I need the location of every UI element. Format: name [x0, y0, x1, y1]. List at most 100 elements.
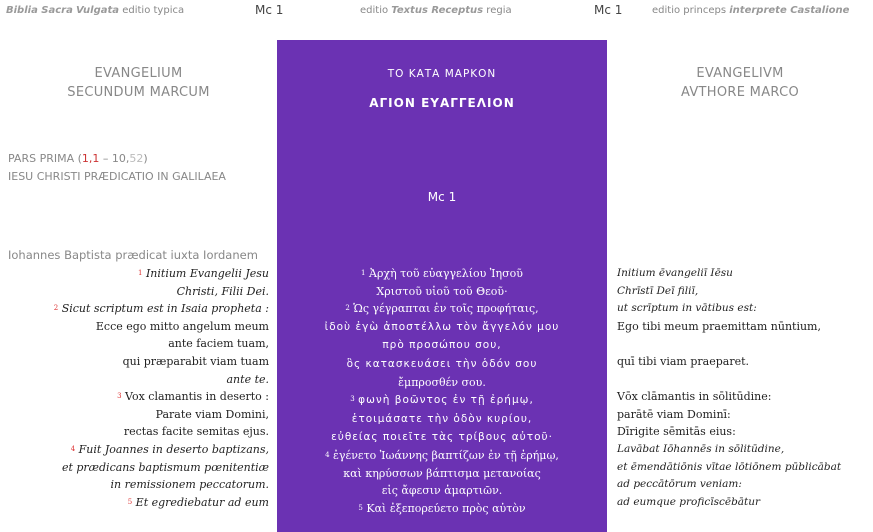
verse-text: et prædicans baptismum pœnitentiæ [61, 460, 269, 474]
verse-number[interactable]: 2 [54, 304, 58, 312]
pars-label: PARS PRIMA ( [8, 152, 82, 165]
edition-right[interactable]: editio princeps interprete Castalione [652, 5, 849, 16]
pars-end-ref[interactable]: 10, [112, 152, 130, 165]
greek-line: εὐθείας ποιεῖτε τὰς τρίβους αὐτοῦ· [277, 428, 607, 447]
vulgate-line: 2 Sicut scriptum est in Isaia propheta : [54, 300, 269, 318]
verse-text: rectas facite semitas ejus. [123, 425, 269, 439]
castellio-verses: Initium ēvangeliī Iēsu Chrīstī Deī filiī,… [617, 265, 841, 511]
castellio-line: et ēmendātiōnis vītae lōtiōnem pūblicāba… [617, 460, 842, 473]
section-title: PARS PRIMA (1,1 – 10,52) IESU CHRISTI PR… [8, 150, 226, 186]
chapter-ref-right[interactable]: Mc 1 [594, 3, 622, 17]
edition-middle-sub: regia [486, 5, 512, 16]
verse-text: Sicut scriptum est in Isaia propheta : [61, 302, 269, 316]
vulgate-line: 1 Initium Evangelii Jesu [54, 265, 269, 283]
greek-line: 5 Καὶ ἐξεπορεύετο πρὸς αὐτὸν [277, 500, 607, 518]
verse-text: Ὡς γέγραπται ἐν τοῖς προφήταις, [353, 302, 539, 316]
verse-text: ἑτοιμάσατε τὴν ὁδὸν κυρίου, [351, 412, 533, 425]
greek-line: εἰς ἄφεσιν ἁμαρτιῶν. [277, 482, 607, 500]
vulgate-column: EVANGELIUM SECUNDUM MARCUM PARS PRIMA (1… [0, 20, 277, 532]
verse-number[interactable]: 4 [71, 445, 75, 453]
vulgate-line: ante faciem tuam, [54, 335, 269, 353]
verse-text: Fuit Joannes in deserto baptizans, [78, 442, 269, 456]
greek-line: Χριστοῦ υἱοῦ τοῦ Θεοῦ· [277, 283, 607, 301]
edition-middle[interactable]: editio Textus Receptus regia [360, 5, 512, 16]
verse-text: πρὸ προσώπου σου, [382, 339, 502, 352]
edition-left-sub: editio typica [122, 5, 185, 16]
castellio-line: Lavābat Iōhannēs in sōlitūdine, [617, 442, 785, 455]
verse-number[interactable]: 5 [128, 498, 132, 506]
castellio-line: Chrīstī Deī filiī, [617, 284, 699, 297]
top-bar: Biblia Sacra Vulgata editio typica Mc 1 … [0, 0, 873, 20]
pars-close: ) [143, 152, 148, 165]
vulgate-heading: EVANGELIUM SECUNDUM MARCUM [0, 64, 277, 102]
greek-chapter-ref: Mc 1 [427, 190, 457, 204]
verse-text: qui præparabit viam tuam [122, 354, 269, 368]
verse-text: ἔμπροσθέν σου. [398, 375, 486, 389]
castellio-heading: EVANGELIVM AVTHORE MARCO [607, 64, 873, 102]
pars-start-ref[interactable]: 1,1 [82, 152, 100, 165]
castellio-heading-line1: EVANGELIVM [696, 66, 784, 81]
greek-line: ὃς κατασκευάσει τὴν ὁδόν σου [277, 355, 607, 374]
verse-text: Ἀρχὴ τοῦ εὐαγγελίου Ἰησοῦ [369, 267, 523, 280]
pars-end-verse[interactable]: 52 [129, 152, 143, 165]
castellio-column: EVANGELIVM AVTHORE MARCO Initium ēvangel… [607, 20, 873, 532]
vulgate-heading-line2: SECUNDUM MARCUM [67, 85, 210, 100]
vulgate-line: in remissionem peccatorum. [54, 476, 269, 494]
vulgate-line: ante te. [54, 371, 270, 389]
verse-text: εὐθείας ποιεῖτε τὰς τρίβους αὐτοῦ· [331, 431, 553, 444]
greek-title-line1: ΤΟ ΚΑΤΑ ΜΑΡΚΟΝ [387, 68, 497, 80]
vulgate-line: 3 Vox clamantis in deserto : [54, 388, 269, 406]
greek-column: ΤΟ ΚΑΤΑ ΜΑΡΚΟΝ ΑΓΙΟΝ ΕΥΑΓΓΕΛΙΟΝ Mc 1 1 Ἀ… [277, 40, 607, 532]
greek-line: ἑτοιμάσατε τὴν ὁδὸν κυρίου, [277, 410, 607, 429]
verse-number[interactable]: 4 [325, 451, 329, 459]
vulgate-line: qui præparabit viam tuam [54, 353, 269, 371]
verse-text: Ecce ego mitto angelum meum [95, 319, 269, 333]
greek-line: 4 ἐγένετο Ἰωάννης βαπτίζων ἐν τῇ ἐρήμῳ, [277, 447, 607, 465]
verse-number[interactable]: 1 [138, 269, 142, 277]
verse-text: Initium Evangelii Jesu [145, 267, 269, 280]
edition-middle-name: Textus Receptus [391, 5, 484, 16]
verse-number[interactable]: 3 [350, 395, 354, 403]
verse-text: καὶ κηρύσσων βάπτισμα μετανοίας [343, 466, 541, 480]
vulgate-line: Parate viam Domini, [54, 406, 269, 424]
verse-number[interactable]: 1 [361, 269, 365, 277]
verse-text: ante te. [226, 372, 270, 386]
edition-left[interactable]: Biblia Sacra Vulgata editio typica [6, 5, 184, 16]
vulgate-line: rectas facite semitas ejus. [54, 423, 269, 441]
greek-line: 2 Ὡς γέγραπται ἐν τοῖς προφήταις, [277, 300, 607, 318]
castellio-line [617, 335, 841, 353]
verse-text: ὃς κατασκευάσει τὴν ὁδόν σου [346, 357, 538, 370]
edition-left-title: Biblia Sacra [6, 5, 73, 16]
verse-text: ἰδοὺ ἐγὼ ἀποστέλλω τὸν ἄγγελόν μου [324, 320, 560, 333]
verse-text: Christi, Filii Dei. [176, 284, 269, 298]
verse-text: in remissionem peccatorum. [110, 478, 269, 492]
verse-text: εἰς ἄφεσιν ἁμαρτιῶν. [381, 484, 503, 498]
greek-line: ἔμπροσθέν σου. [277, 374, 607, 392]
verse-number[interactable]: 3 [117, 392, 121, 400]
greek-line: 1 Ἀρχὴ τοῦ εὐαγγελίου Ἰησοῦ [277, 265, 607, 283]
greek-verses: 1 Ἀρχὴ τοῦ εὐαγγελίου Ἰησοῦ Χριστοῦ υἱοῦ … [277, 265, 607, 517]
castellio-line: Dīrigite sēmitās eius: [617, 425, 736, 439]
vulgate-line: Ecce ego mitto angelum meum [54, 318, 269, 336]
castellio-line: Initium ēvangeliī Iēsu [617, 267, 733, 279]
greek-line: 3 φωνὴ βοῶντος ἐν τῇ ἐρήμῳ, [277, 391, 607, 410]
verse-number[interactable]: 5 [358, 504, 362, 512]
pars-dash: – [99, 152, 112, 165]
castellio-line: Ego tibi meum praemittam nūntium, [617, 319, 821, 333]
greek-line: πρὸ προσώπου σου, [277, 336, 607, 355]
vulgate-verses: 1 Initium Evangelii Jesu Christi, Filii D… [54, 265, 269, 511]
verse-text: Χριστοῦ υἱοῦ τοῦ Θεοῦ· [376, 284, 508, 298]
edition-right-name: interprete Castalione [729, 5, 850, 16]
chapter-ref-left[interactable]: Mc 1 [255, 3, 283, 17]
verse-text: Parate viam Domini, [155, 407, 269, 421]
castellio-line: ut scrīptum in vātibus est: [617, 302, 757, 315]
verse-number[interactable]: 2 [345, 304, 349, 312]
verse-text: Vox clamantis in deserto : [125, 390, 269, 404]
edition-right-pre: editio princeps [652, 5, 727, 16]
verse-text: Καὶ ἐξεπορεύετο πρὸς αὐτὸν [366, 501, 526, 515]
verse-text: Et egrediebatur ad eum [135, 495, 269, 509]
castellio-line: ad peccātōrum veniam: [617, 478, 742, 491]
castellio-line: parātē viam Dominī: [617, 407, 731, 421]
verse-text: ante faciem tuam, [168, 337, 269, 351]
edition-left-name: Vulgata [76, 5, 120, 16]
